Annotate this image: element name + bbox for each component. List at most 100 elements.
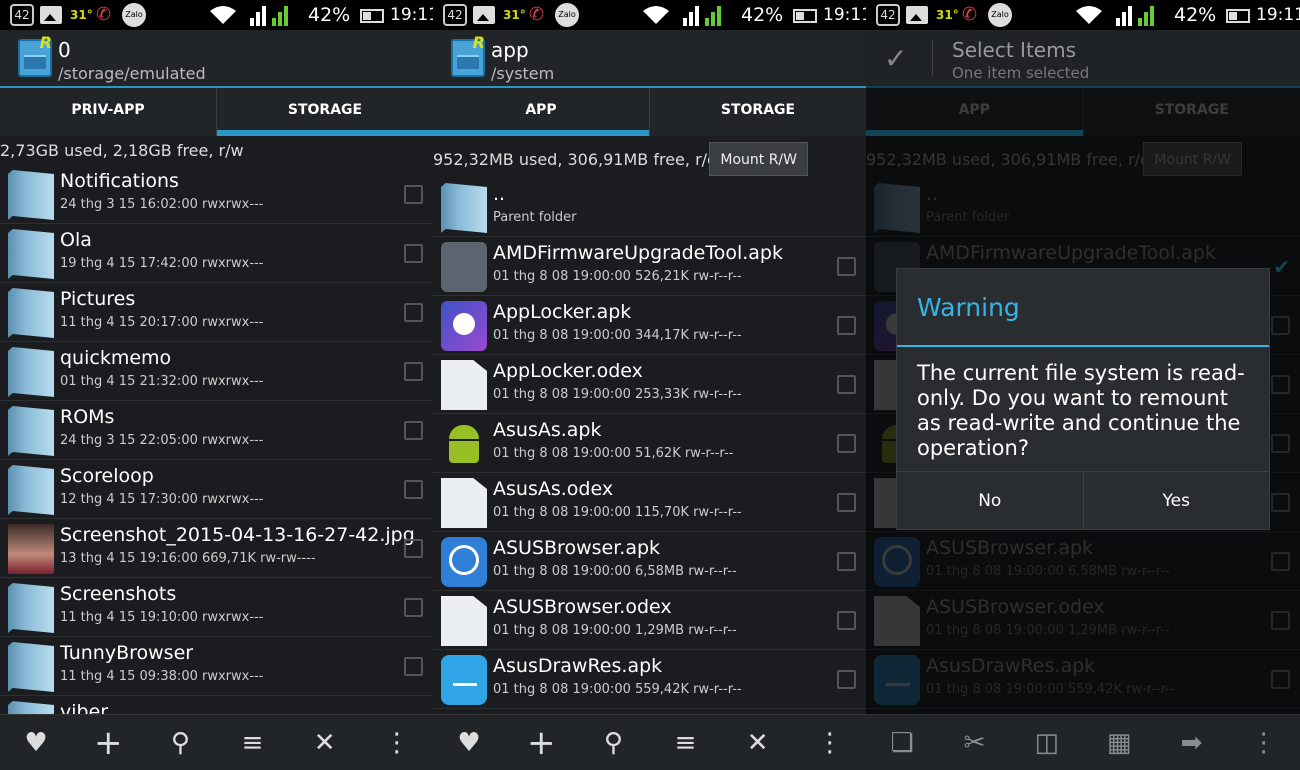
- item-meta: 24 thg 3 15 22:05:00 rwxrwx---: [60, 433, 264, 448]
- storage-usage: 2,73GB used, 2,18GB free, r/w: [0, 141, 244, 160]
- selection-count: One item selected: [952, 64, 1090, 82]
- copy-icon[interactable]: ❏: [884, 725, 920, 761]
- select-checkbox[interactable]: [837, 316, 856, 335]
- folder-icon: [8, 465, 54, 515]
- item-meta: 01 thg 8 08 19:00:00 1,29MB rw-r--r--: [493, 623, 737, 638]
- temperature-label: 31°: [70, 8, 93, 22]
- bookmark-heart-icon[interactable]: ♥: [451, 725, 487, 761]
- tab-storage[interactable]: STORAGE: [217, 88, 433, 136]
- yes-button[interactable]: Yes: [1084, 472, 1270, 529]
- add-icon[interactable]: +: [90, 725, 126, 761]
- list-item[interactable]: TunnyBrowser 11 thg 4 15 09:38:00 rwxrwx-…: [0, 637, 433, 696]
- mount-rw-button[interactable]: Mount R/W: [709, 142, 808, 176]
- select-checkbox[interactable]: [404, 244, 423, 263]
- overflow-menu-icon[interactable]: ⋮: [812, 725, 848, 761]
- list-item[interactable]: ASUSBrowser.apk 01 thg 8 08 19:00:00 6,58…: [433, 532, 866, 591]
- notification-count-icon: 42: [876, 4, 900, 26]
- wifi-icon: [208, 4, 238, 26]
- close-icon[interactable]: ✕: [307, 725, 343, 761]
- tab-storage[interactable]: STORAGE: [650, 88, 866, 136]
- battery-icon: [360, 9, 384, 23]
- dialog-divider: [897, 345, 1269, 347]
- select-checkbox[interactable]: [404, 657, 423, 676]
- signal-icon: [683, 4, 729, 26]
- android-icon: [441, 419, 487, 469]
- cut-icon[interactable]: ✂: [956, 725, 992, 761]
- select-checkbox[interactable]: [404, 185, 423, 204]
- dialog-title: Warning: [917, 293, 1020, 322]
- sort-icon[interactable]: ≡: [668, 725, 704, 761]
- item-meta: 13 thg 4 15 19:16:00 669,71K rw-rw----: [60, 551, 316, 566]
- tab-priv-app[interactable]: PRIV-APP: [0, 88, 217, 136]
- select-checkbox[interactable]: [837, 552, 856, 571]
- clock: 19:11: [823, 5, 866, 25]
- gallery-icon: [906, 6, 928, 24]
- file-icon: [441, 596, 487, 646]
- select-checkbox[interactable]: [837, 375, 856, 394]
- status-bar: 42 31° ✆ Zalo 42% 19:11: [433, 0, 866, 30]
- list-item[interactable]: AsusAs.odex 01 thg 8 08 19:00:00 115,70K …: [433, 473, 866, 532]
- select-checkbox[interactable]: [837, 670, 856, 689]
- list-item[interactable]: AsusAs.apk 01 thg 8 08 19:00:00 51,62K rw…: [433, 414, 866, 473]
- close-icon[interactable]: ✕: [740, 725, 776, 761]
- overflow-menu-icon[interactable]: ⋮: [379, 725, 415, 761]
- search-icon[interactable]: ⚲: [162, 725, 198, 761]
- selection-toolbar: ❏ ✂ ◫ ▦ ➡ ⋮: [866, 714, 1300, 770]
- list-item[interactable]: Scoreloop 12 thg 4 15 17:30:00 rwxrwx---: [0, 460, 433, 519]
- list-item[interactable]: Notifications 24 thg 3 15 16:02:00 rwxrwx…: [0, 165, 433, 224]
- select-checkbox[interactable]: [404, 539, 423, 558]
- select-checkbox[interactable]: [404, 480, 423, 499]
- divider: [932, 40, 933, 76]
- add-icon[interactable]: +: [523, 725, 559, 761]
- move-icon[interactable]: ➡: [1173, 725, 1209, 761]
- zalo-icon: Zalo: [555, 3, 579, 27]
- dialog-buttons: No Yes: [897, 471, 1269, 529]
- done-check-icon[interactable]: ✓: [884, 42, 907, 75]
- list-item[interactable]: AppLocker.odex 01 thg 8 08 19:00:00 253,3…: [433, 355, 866, 414]
- search-icon[interactable]: ⚲: [595, 725, 631, 761]
- status-bar: 42 31° ✆ Zalo 42% 19:11: [866, 0, 1300, 30]
- select-checkbox[interactable]: [404, 598, 423, 617]
- signal-icon: [250, 4, 296, 26]
- list-item[interactable]: ROMs 24 thg 3 15 22:05:00 rwxrwx---: [0, 401, 433, 460]
- list-item[interactable]: Screenshot_2015-04-13-16-27-42.jpg 13 thg…: [0, 519, 433, 578]
- battery-percent: 42%: [741, 4, 784, 26]
- item-name: ASUSBrowser.apk: [493, 537, 661, 559]
- file-icon: [441, 360, 487, 410]
- delete-icon[interactable]: ◫: [1029, 725, 1065, 761]
- select-all-icon[interactable]: ▦: [1101, 725, 1137, 761]
- item-name: Scoreloop: [60, 465, 154, 487]
- select-checkbox[interactable]: [837, 611, 856, 630]
- select-checkbox[interactable]: [837, 434, 856, 453]
- list-item[interactable]: ASUSBrowser.odex 01 thg 8 08 19:00:00 1,2…: [433, 591, 866, 650]
- root-explorer-logo-icon[interactable]: [451, 33, 485, 77]
- list-item[interactable]: AsusDrawRes.apk 01 thg 8 08 19:00:00 559,…: [433, 650, 866, 709]
- item-meta: 01 thg 8 08 19:00:00 344,17K rw-r--r--: [493, 328, 742, 343]
- select-checkbox[interactable]: [837, 257, 856, 276]
- battery-percent: 42%: [1174, 4, 1217, 26]
- folder-icon: [8, 229, 54, 279]
- list-item[interactable]: AppLocker.apk 01 thg 8 08 19:00:00 344,17…: [433, 296, 866, 355]
- list-item[interactable]: AMDFirmwareUpgradeTool.apk 01 thg 8 08 19…: [433, 237, 866, 296]
- item-meta: 19 thg 4 15 17:42:00 rwxrwx---: [60, 256, 264, 271]
- select-checkbox[interactable]: [837, 493, 856, 512]
- overflow-menu-icon[interactable]: ⋮: [1246, 725, 1282, 761]
- select-checkbox[interactable]: [404, 421, 423, 440]
- no-button[interactable]: No: [897, 472, 1084, 529]
- parent-folder-row[interactable]: .. Parent folder: [433, 178, 866, 237]
- root-explorer-logo-icon[interactable]: [18, 33, 52, 77]
- bookmark-heart-icon[interactable]: ♥: [18, 725, 54, 761]
- select-checkbox[interactable]: [404, 362, 423, 381]
- bottom-toolbar: ♥ + ⚲ ≡ ✕ ⋮: [0, 714, 433, 770]
- list-item[interactable]: quickmemo 01 thg 4 15 21:32:00 rwxrwx---: [0, 342, 433, 401]
- list-item[interactable]: Screenshots 11 thg 4 15 19:10:00 rwxrwx--…: [0, 578, 433, 637]
- select-checkbox[interactable]: [404, 303, 423, 322]
- image-thumbnail: [8, 524, 54, 574]
- list-item[interactable]: Pictures 11 thg 4 15 20:17:00 rwxrwx---: [0, 283, 433, 342]
- list-item[interactable]: Ola 19 thg 4 15 17:42:00 rwxrwx---: [0, 224, 433, 283]
- item-name: AppLocker.odex: [493, 360, 643, 382]
- battery-percent: 42%: [308, 4, 351, 26]
- sort-icon[interactable]: ≡: [235, 725, 271, 761]
- parent-folder-label: Parent folder: [493, 210, 577, 225]
- tab-app[interactable]: APP: [433, 88, 650, 136]
